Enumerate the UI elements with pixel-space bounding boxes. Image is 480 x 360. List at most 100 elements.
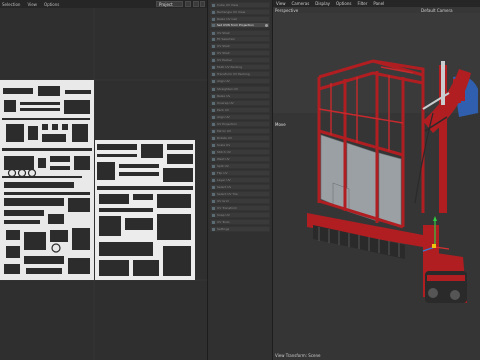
command-item[interactable]: UV Packer	[210, 57, 270, 63]
uv-mode-dropdown[interactable]: Project	[156, 1, 183, 7]
command-item-label: Stitch UV	[217, 150, 231, 154]
viewport-projection-label[interactable]: Perspective	[275, 8, 298, 13]
command-item-icon	[212, 10, 215, 14]
command-item-label: Set UVW from Projection	[217, 23, 254, 27]
command-item[interactable]: Align UV	[210, 114, 270, 120]
command-item-label: UV Packer	[217, 58, 233, 62]
command-item-icon	[212, 65, 215, 69]
command-item[interactable]: UV Transform	[210, 205, 270, 211]
uv-settings-button[interactable]	[193, 1, 199, 7]
viewport-3d: View Cameras Display Options Filter Pane…	[273, 0, 480, 360]
command-item[interactable]: Rectangle UV View	[210, 9, 270, 15]
command-item[interactable]: Select UV Tile	[210, 191, 270, 197]
command-item-label: UV Shell	[217, 31, 230, 35]
command-item-label: Multi UV Packing	[217, 65, 243, 69]
uv-menu-view[interactable]: View	[27, 2, 37, 7]
command-item[interactable]: Flip UV	[210, 170, 270, 176]
command-item-icon	[212, 72, 215, 76]
command-item[interactable]: Select UV	[210, 184, 270, 190]
uv-menu-selection[interactable]: Selection	[2, 2, 20, 7]
gear-icon[interactable]	[265, 23, 268, 27]
command-item-icon	[212, 164, 215, 168]
command-item-icon	[212, 31, 215, 35]
command-item-label: Relax UV Cell	[217, 17, 238, 21]
command-item[interactable]: Scale UV	[210, 142, 270, 148]
command-item-label: Rectangle UV View	[217, 10, 246, 14]
command-item-label: Transform UV Packing	[217, 72, 250, 76]
command-item-label: UV Shell	[217, 51, 230, 55]
viewport-menu-display[interactable]: Display	[315, 1, 330, 6]
command-item[interactable]: Snap UV	[210, 212, 270, 218]
command-item[interactable]: UV Tools	[210, 219, 270, 225]
command-item[interactable]: Fit Selection	[210, 36, 270, 42]
viewport-menu-options[interactable]: Options	[336, 1, 351, 6]
command-item-icon	[212, 44, 215, 48]
viewport-menu-view[interactable]: View	[276, 1, 286, 6]
command-item-icon	[212, 17, 215, 21]
command-item-icon	[212, 37, 215, 41]
command-item[interactable]: Align UV	[210, 78, 270, 84]
uv-layout-button[interactable]	[185, 1, 191, 7]
viewport-status-text: View Transform: Scene	[275, 353, 321, 358]
viewport-scene[interactable]	[273, 13, 480, 360]
command-item[interactable]: Set UVW from Projection	[210, 22, 270, 28]
command-item[interactable]: Unwrap UV	[210, 100, 270, 106]
command-item[interactable]: Cube UV View	[210, 2, 270, 8]
command-item-label: UV Shell	[217, 44, 230, 48]
command-item-icon	[212, 227, 215, 231]
command-item[interactable]: Pack UV	[210, 107, 270, 113]
command-item-icon	[212, 150, 215, 154]
command-item[interactable]: Weld UV	[210, 156, 270, 162]
command-item-label: Cube UV View	[217, 3, 239, 7]
uv-command-panel: Cube UV View Rectangle UV View Relax UV Ce…	[207, 0, 273, 360]
command-item-icon	[212, 94, 215, 98]
viewport-menu-panel[interactable]: Panel	[373, 1, 384, 6]
command-item-icon	[212, 192, 215, 196]
command-item[interactable]: Mirror UV	[210, 128, 270, 134]
viewport-tool-label: Move	[275, 122, 286, 127]
viewport-menu-cameras[interactable]: Cameras	[292, 1, 310, 6]
command-item-label: Align UV	[217, 79, 230, 83]
command-item[interactable]: Split UV	[210, 163, 270, 169]
command-item-label: Relax UV	[217, 94, 231, 98]
command-item-label: Flip UV	[217, 171, 228, 175]
uv-menu-options[interactable]: Options	[44, 2, 59, 7]
command-item[interactable]: Transform UV Packing	[210, 71, 270, 77]
viewport-camera-label[interactable]: Default Camera	[421, 8, 453, 13]
command-item-label: Layer UV	[217, 178, 231, 182]
command-item-label: Split UV	[217, 164, 229, 168]
command-item-icon	[212, 87, 215, 91]
viewport-menubar: View Cameras Display Options Filter Pane…	[273, 0, 480, 7]
command-item-label: Rotate UV	[217, 136, 233, 140]
command-item-icon	[212, 171, 215, 175]
command-item[interactable]: Layer UV	[210, 177, 270, 183]
command-item-label: Unwrap UV	[217, 101, 234, 105]
command-item[interactable]: UV Shell	[210, 43, 270, 49]
command-item[interactable]: UV Projection	[210, 121, 270, 127]
uv-canvas[interactable]	[0, 8, 207, 360]
command-item[interactable]: Stitch UV	[210, 149, 270, 155]
command-item-icon	[212, 23, 215, 27]
command-item[interactable]: Relax UV	[210, 93, 270, 99]
command-item-label: Pack UV	[217, 108, 230, 112]
command-item[interactable]: UV Shell	[210, 50, 270, 56]
command-item[interactable]: Settings	[210, 226, 270, 232]
uv-expand-button[interactable]	[200, 1, 205, 7]
command-item-icon	[212, 79, 215, 83]
command-item-icon	[212, 185, 215, 189]
command-item[interactable]: Multi UV Packing	[210, 64, 270, 70]
command-item-label: Snap UV	[217, 213, 230, 217]
command-item[interactable]: UV Grid	[210, 198, 270, 204]
command-item-icon	[212, 108, 215, 112]
command-item-label: Straighten UV	[217, 87, 238, 91]
command-item[interactable]: Straighten UV	[210, 86, 270, 92]
command-item-icon	[212, 129, 215, 133]
command-item-label: UV Projection	[217, 122, 238, 126]
command-item[interactable]: Rotate UV	[210, 135, 270, 141]
command-item-icon	[212, 199, 215, 203]
command-item-icon	[212, 3, 215, 7]
command-item-label: UV Tools	[217, 220, 230, 224]
command-item-icon	[212, 136, 215, 140]
command-item-icon	[212, 143, 215, 147]
viewport-menu-filter[interactable]: Filter	[357, 1, 367, 6]
